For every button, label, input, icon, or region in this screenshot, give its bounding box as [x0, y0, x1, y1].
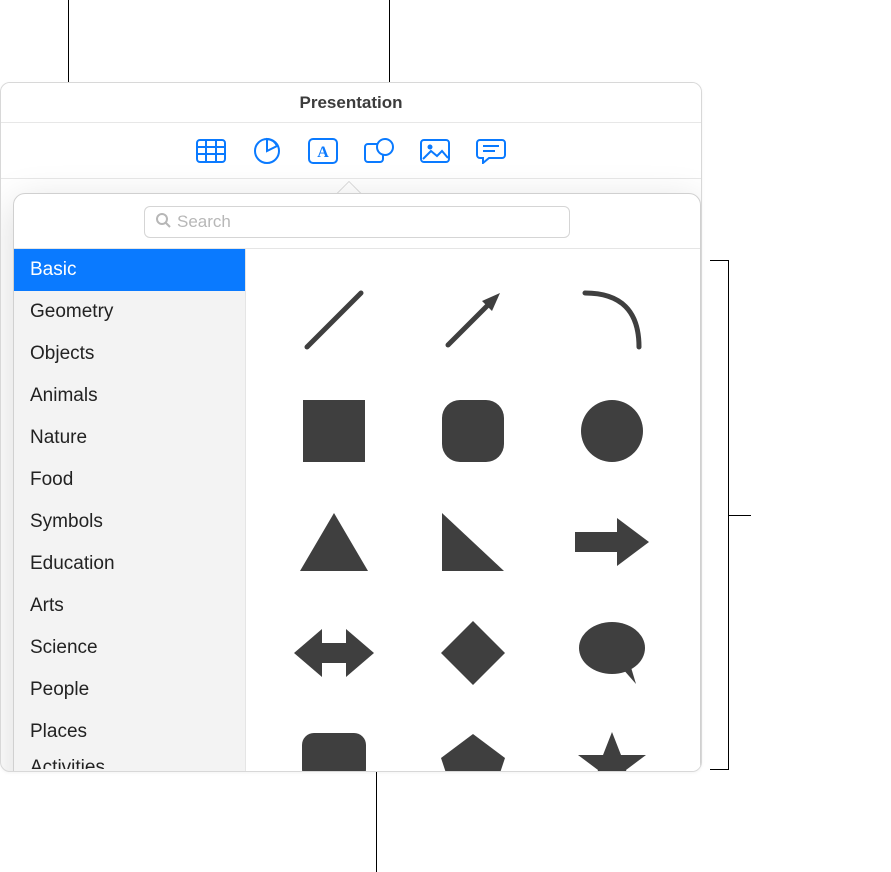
sidebar-item-food[interactable]: Food — [14, 459, 245, 501]
shape-button[interactable] — [362, 136, 396, 166]
callout-bracket — [728, 260, 729, 770]
sidebar-item-label: Basic — [30, 259, 76, 280]
sidebar-item-arts[interactable]: Arts — [14, 585, 245, 627]
sidebar-item-label: Symbols — [30, 511, 103, 532]
sidebar-item-science[interactable]: Science — [14, 627, 245, 669]
pentagon-shape[interactable] — [407, 711, 540, 772]
arrow-line-shape[interactable] — [407, 267, 540, 372]
triangle-shape[interactable] — [268, 489, 401, 594]
svg-text:A: A — [317, 144, 329, 161]
search-icon — [155, 212, 171, 233]
sidebar-item-label: Food — [30, 469, 73, 490]
diamond-shape[interactable] — [407, 600, 540, 705]
sidebar-item-label: Education — [30, 553, 115, 574]
sidebar-item-label: Science — [30, 637, 98, 658]
sidebar-item-label: People — [30, 679, 89, 700]
right-triangle-shape[interactable] — [407, 489, 540, 594]
sidebar-item-label: Nature — [30, 427, 87, 448]
app-window: Presentation A — [0, 82, 702, 772]
media-button[interactable] — [418, 136, 452, 166]
sidebar-item-education[interactable]: Education — [14, 543, 245, 585]
shapes-popover: Basic Geometry Objects Animals Nature Fo… — [13, 193, 701, 772]
speech-bubble-round-shape[interactable] — [545, 600, 678, 705]
curve-shape[interactable] — [545, 267, 678, 372]
callout-line — [376, 770, 377, 872]
arrow-right-shape[interactable] — [545, 489, 678, 594]
chart-button[interactable] — [250, 136, 284, 166]
window-title: Presentation — [1, 83, 701, 123]
text-button[interactable]: A — [306, 136, 340, 166]
sidebar-item-label: Places — [30, 721, 87, 742]
search-input[interactable] — [177, 212, 559, 232]
toolbar: A — [1, 123, 701, 179]
double-arrow-shape[interactable] — [268, 600, 401, 705]
speech-bubble-square-shape[interactable] — [268, 711, 401, 772]
sidebar-item-activities[interactable]: Activities — [14, 753, 245, 769]
sidebar-item-places[interactable]: Places — [14, 711, 245, 753]
square-shape[interactable] — [268, 378, 401, 483]
star-shape[interactable] — [545, 711, 678, 772]
sidebar-item-symbols[interactable]: Symbols — [14, 501, 245, 543]
sidebar-item-basic[interactable]: Basic — [14, 249, 245, 291]
search-field[interactable] — [144, 206, 570, 238]
sidebar-item-label: Arts — [30, 595, 64, 616]
sidebar-item-label: Geometry — [30, 301, 113, 322]
circle-shape[interactable] — [545, 378, 678, 483]
sidebar-item-nature[interactable]: Nature — [14, 417, 245, 459]
sidebar-item-label: Activities — [30, 757, 105, 769]
sidebar-item-label: Objects — [30, 343, 94, 364]
comment-button[interactable] — [474, 136, 508, 166]
shape-grid — [246, 249, 700, 772]
line-shape[interactable] — [268, 267, 401, 372]
sidebar-item-people[interactable]: People — [14, 669, 245, 711]
category-sidebar: Basic Geometry Objects Animals Nature Fo… — [14, 249, 246, 772]
sidebar-item-geometry[interactable]: Geometry — [14, 291, 245, 333]
table-button[interactable] — [194, 136, 228, 166]
sidebar-item-label: Animals — [30, 385, 98, 406]
rounded-square-shape[interactable] — [407, 378, 540, 483]
sidebar-item-objects[interactable]: Objects — [14, 333, 245, 375]
sidebar-item-animals[interactable]: Animals — [14, 375, 245, 417]
